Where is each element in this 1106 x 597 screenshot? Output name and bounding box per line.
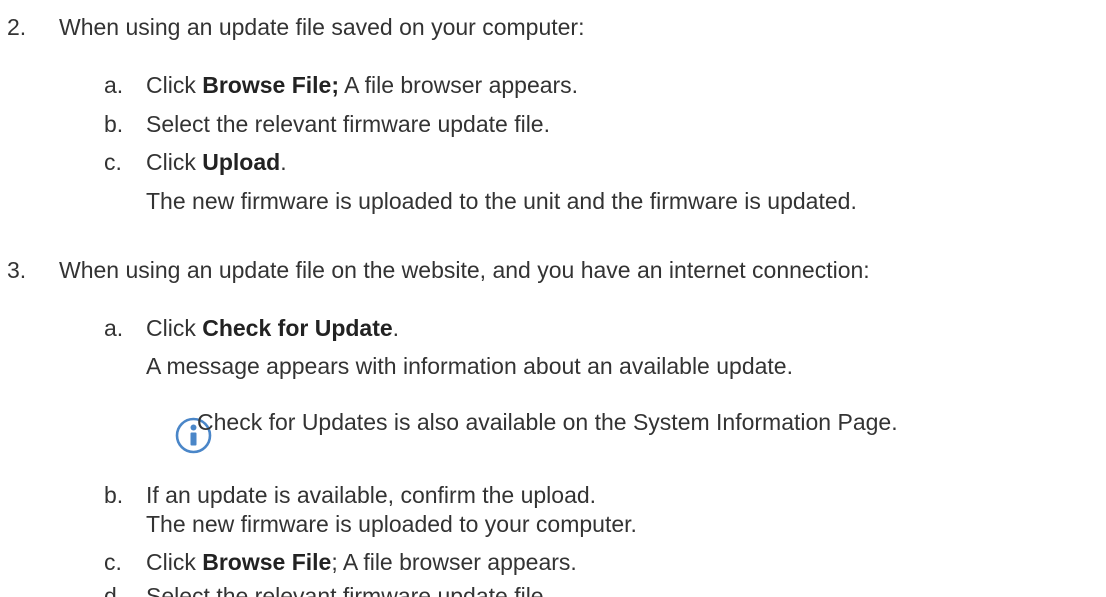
substep-letter: a. — [104, 315, 124, 341]
substep-text: Click Upload. — [146, 149, 287, 175]
substep-text: Click Browse File; A file browser appear… — [146, 549, 577, 575]
substep-text: Select the relevant firmware update file… — [146, 111, 550, 137]
ui-term-browse-file: Browse File — [202, 549, 332, 575]
substep-letter: a. — [104, 72, 124, 98]
step-number: 3. — [7, 257, 27, 283]
substep-letter: d. — [104, 583, 124, 597]
note-text: Check for Updates is also available on t… — [197, 409, 898, 435]
substep-text: Click Browse File; A file browser appear… — [146, 72, 579, 98]
substep-result: A message appears with information about… — [146, 353, 793, 379]
ui-term-check-for-update: Check for Update — [202, 315, 393, 341]
substep-letter: c. — [104, 549, 122, 575]
substep-letter: b. — [104, 482, 124, 508]
ui-term-browse-file: Browse File; — [202, 72, 339, 98]
step-number: 2. — [7, 14, 27, 40]
substep-text: Click Check for Update. — [146, 315, 400, 341]
substep-text: Select the relevant firmware update file… — [146, 583, 550, 597]
substep-letter: c. — [104, 149, 122, 175]
substep-result: The new firmware is uploaded to your com… — [146, 511, 637, 537]
substep-text: If an update is available, confirm the u… — [146, 482, 597, 508]
ui-term-upload: Upload — [202, 149, 281, 175]
step-text: When using an update file on the website… — [59, 257, 870, 283]
step-text: When using an update file saved on your … — [59, 14, 585, 40]
substep-letter: b. — [104, 111, 124, 137]
substep-result: The new firmware is uploaded to the unit… — [146, 188, 857, 214]
